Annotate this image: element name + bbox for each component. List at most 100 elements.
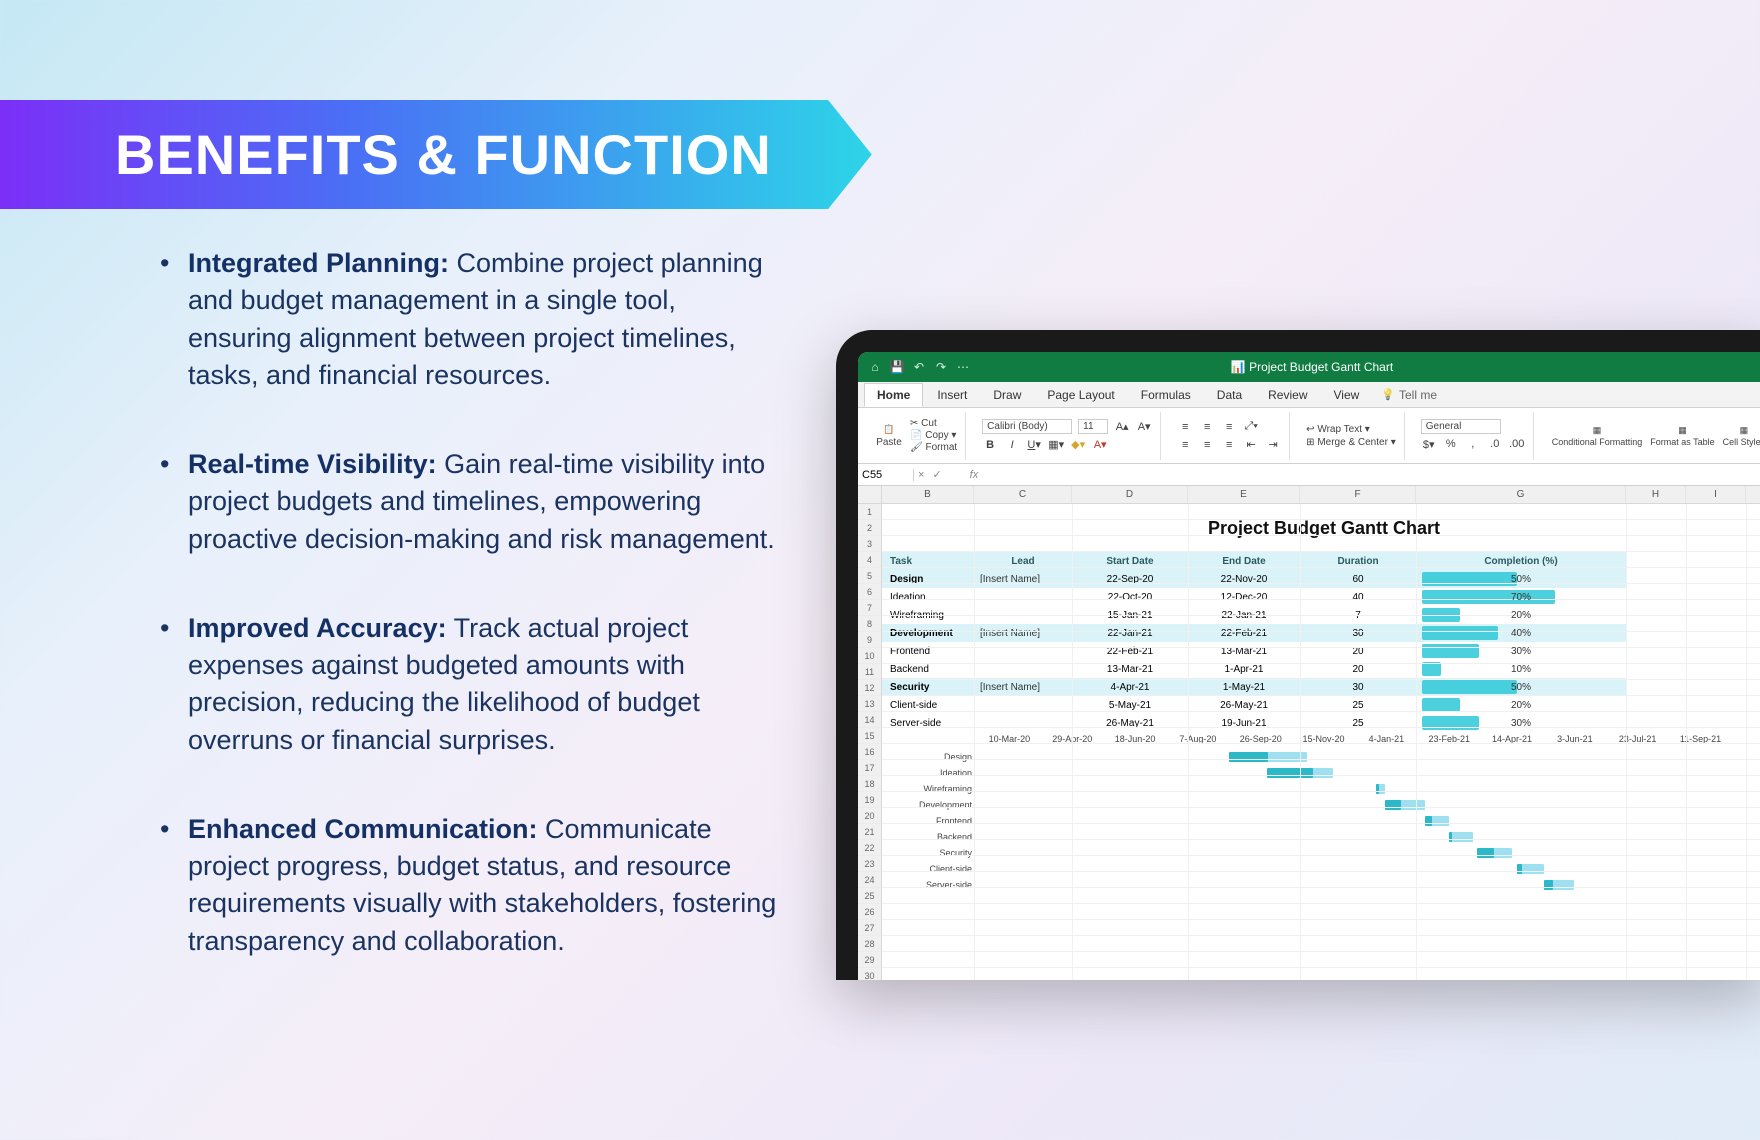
tab-home[interactable]: Home — [864, 383, 923, 407]
indent-decrease-icon[interactable]: ⇤ — [1243, 437, 1259, 453]
format-painter-button[interactable]: 🖌 Format — [910, 442, 957, 453]
row-header[interactable]: 16 — [858, 744, 881, 760]
wrap-text-button[interactable]: ↩ Wrap Text ▾ — [1306, 424, 1370, 435]
row-header[interactable]: 18 — [858, 776, 881, 792]
col-header[interactable]: C — [974, 486, 1072, 503]
enter-icon[interactable]: ✓ — [928, 468, 945, 481]
row-header[interactable]: 13 — [858, 696, 881, 712]
list-item: Integrated Planning: Combine project pla… — [160, 245, 780, 394]
row-header[interactable]: 7 — [858, 600, 881, 616]
merge-center-button[interactable]: ⊞ Merge & Center ▾ — [1306, 437, 1396, 448]
row-header[interactable]: 23 — [858, 856, 881, 872]
row-header[interactable]: 3 — [858, 536, 881, 552]
orientation-icon[interactable]: ⤢▾ — [1243, 419, 1259, 435]
list-item: Real-time Visibility: Gain real-time vis… — [160, 446, 780, 558]
decrease-decimal-icon[interactable]: .00 — [1509, 436, 1525, 452]
formula-bar: C55 × ✓ fx — [858, 464, 1760, 486]
increase-font-icon[interactable]: A▴ — [1114, 419, 1130, 435]
row-header[interactable]: 22 — [858, 840, 881, 856]
col-header[interactable]: F — [1300, 486, 1416, 503]
font-size-select[interactable]: 11 — [1078, 419, 1108, 434]
align-center-icon[interactable]: ≡ — [1199, 437, 1215, 453]
bullet-heading: Real-time Visibility: — [188, 449, 437, 479]
align-middle-icon[interactable]: ≡ — [1199, 419, 1215, 435]
redo-icon[interactable]: ↷ — [934, 360, 948, 374]
row-header[interactable]: 30 — [858, 968, 881, 980]
format-as-table-button[interactable]: ▦ Format as Table — [1648, 413, 1716, 459]
row-header[interactable]: 8 — [858, 616, 881, 632]
tab-review[interactable]: Review — [1256, 384, 1319, 406]
increase-decimal-icon[interactable]: .0 — [1487, 436, 1503, 452]
wrap-merge-group: ↩ Wrap Text ▾ ⊞ Merge & Center ▾ — [1298, 412, 1405, 460]
row-header[interactable]: 4 — [858, 552, 881, 568]
row-header[interactable]: 11 — [858, 664, 881, 680]
tab-insert[interactable]: Insert — [925, 384, 979, 406]
font-name-select[interactable]: Calibri (Body) — [982, 419, 1072, 434]
paste-button[interactable]: 📋 Paste — [874, 417, 904, 455]
row-header[interactable]: 29 — [858, 952, 881, 968]
underline-button[interactable]: U▾ — [1026, 437, 1042, 453]
excel-screen: ⌂ 💾 ↶ ↷ ⋯ 📊 Project Budget Gantt Chart H… — [858, 352, 1760, 980]
row-header[interactable]: 27 — [858, 920, 881, 936]
tab-page-layout[interactable]: Page Layout — [1035, 384, 1126, 406]
align-bottom-icon[interactable]: ≡ — [1221, 419, 1237, 435]
row-header[interactable]: 2 — [858, 520, 881, 536]
worksheet[interactable]: B C D E F G H I 123456789101112131415161… — [858, 486, 1760, 980]
save-icon[interactable]: 💾 — [890, 360, 904, 374]
name-box[interactable]: C55 — [858, 469, 914, 481]
cut-button[interactable]: ✂ Cut — [910, 418, 957, 429]
tab-draw[interactable]: Draw — [981, 384, 1033, 406]
col-header[interactable]: G — [1416, 486, 1626, 503]
row-header[interactable]: 9 — [858, 632, 881, 648]
conditional-formatting-icon: ▦ — [1593, 425, 1602, 436]
col-header[interactable]: B — [882, 486, 974, 503]
conditional-formatting-button[interactable]: ▦ Conditional Formatting — [1550, 413, 1645, 459]
comma-icon[interactable]: , — [1465, 436, 1481, 452]
fill-color-button[interactable]: ◆▾ — [1070, 437, 1086, 453]
row-header[interactable]: 26 — [858, 904, 881, 920]
font-color-button[interactable]: A▾ — [1092, 437, 1108, 453]
cancel-icon[interactable]: × — [914, 469, 928, 481]
row-header[interactable]: 21 — [858, 824, 881, 840]
home-icon[interactable]: ⌂ — [868, 360, 882, 374]
row-header[interactable]: 28 — [858, 936, 881, 952]
row-header[interactable]: 12 — [858, 680, 881, 696]
row-header[interactable]: 20 — [858, 808, 881, 824]
more-icon[interactable]: ⋯ — [956, 360, 970, 374]
copy-button[interactable]: 📄 Copy ▾ — [910, 430, 957, 441]
row-header[interactable]: 10 — [858, 648, 881, 664]
decrease-font-icon[interactable]: A▾ — [1136, 419, 1152, 435]
tab-formulas[interactable]: Formulas — [1129, 384, 1203, 406]
col-header[interactable]: H — [1626, 486, 1686, 503]
row-header[interactable]: 15 — [858, 728, 881, 744]
row-header[interactable]: 14 — [858, 712, 881, 728]
styles-group: ▦ Conditional Formatting ▦ Format as Tab… — [1542, 412, 1760, 460]
number-format-select[interactable]: General — [1421, 419, 1501, 434]
undo-icon[interactable]: ↶ — [912, 360, 926, 374]
row-header[interactable]: 19 — [858, 792, 881, 808]
row-header[interactable]: 17 — [858, 760, 881, 776]
currency-icon[interactable]: $▾ — [1421, 436, 1437, 452]
grid-cells[interactable]: Project Budget Gantt Chart Task Lead Sta… — [882, 504, 1760, 980]
fx-label[interactable]: fx — [946, 469, 985, 481]
row-header[interactable]: 1 — [858, 504, 881, 520]
tab-data[interactable]: Data — [1205, 384, 1254, 406]
tell-me-search[interactable]: Tell me — [1381, 388, 1437, 402]
border-button[interactable]: ▦▾ — [1048, 437, 1064, 453]
cell-styles-button[interactable]: ▦ Cell Styles — [1721, 413, 1760, 459]
percent-icon[interactable]: % — [1443, 436, 1459, 452]
col-header[interactable]: I — [1686, 486, 1746, 503]
align-top-icon[interactable]: ≡ — [1177, 419, 1193, 435]
bold-button[interactable]: B — [982, 437, 998, 453]
indent-increase-icon[interactable]: ⇥ — [1265, 437, 1281, 453]
italic-button[interactable]: I — [1004, 437, 1020, 453]
align-left-icon[interactable]: ≡ — [1177, 437, 1193, 453]
row-header[interactable]: 5 — [858, 568, 881, 584]
align-right-icon[interactable]: ≡ — [1221, 437, 1237, 453]
row-header[interactable]: 25 — [858, 888, 881, 904]
row-header[interactable]: 6 — [858, 584, 881, 600]
col-header[interactable]: D — [1072, 486, 1188, 503]
row-header[interactable]: 24 — [858, 872, 881, 888]
col-header[interactable]: E — [1188, 486, 1300, 503]
tab-view[interactable]: View — [1322, 384, 1372, 406]
